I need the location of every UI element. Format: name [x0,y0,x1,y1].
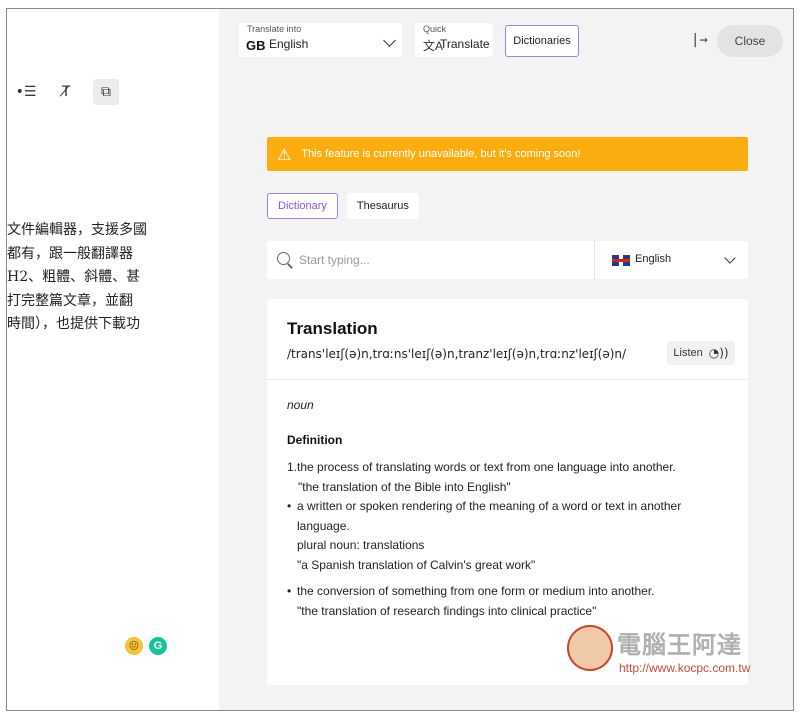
panel-topbar: Translate into GB English Quick 文A Trans… [239,23,783,59]
definition-example: "the translation of research findings in… [297,603,597,618]
quick-translate-label: Translate [440,37,490,51]
definition-heading: Definition [287,433,343,447]
translate-into-label: Translate into [247,24,302,34]
part-of-speech: noun [287,398,314,412]
watermark-url: http://www.kocpc.com.tw [619,661,751,675]
editor-line: H2、粗體、斜體、甚 [7,269,141,285]
dictionary-tabs: Dictionary Thesaurus [267,193,419,219]
entry-word: Translation [287,319,378,338]
editor-status-icons: 😐 G [125,637,167,655]
site-watermark: 電腦王阿達 http://www.kocpc.com.tw [567,621,787,683]
editor-toolbar: •☰ T̸ ⧉ [13,79,119,105]
language-code: GB [246,38,266,53]
listen-button[interactable]: Listen ◔)) [667,341,735,365]
uk-flag-icon [612,255,630,266]
definition-body: the conversion of something from one for… [297,582,727,621]
quick-label: Quick [423,24,447,34]
translator-panel: Translate into GB English Quick 文A Trans… [219,9,793,710]
definition-example: "a Spanish translation of Calvin's great… [297,557,536,572]
app-window: •☰ T̸ ⧉ 文件編輯器，支援多國 都有，跟一般翻譯器 H2、粗體、斜體、甚 … [6,8,794,711]
mascot-logo [567,625,613,671]
search-divider [594,241,595,279]
search-bar: English [267,241,748,279]
definition-text: the conversion of something from one for… [297,584,655,598]
chevron-down-icon[interactable] [724,252,736,264]
definition-body: a written or spoken rendering of the mea… [297,497,727,575]
clear-format-icon[interactable]: T̸ [53,79,79,105]
definition-text: the process of translating words or text… [297,460,676,474]
definition-item: 1. the process of translating words or t… [287,458,727,497]
definition-marker: • [287,499,292,513]
translate-into-select[interactable]: Translate into GB English [239,23,402,57]
card-divider [267,379,748,380]
language-name: English [269,37,309,51]
editor-line: 都有，跟一般翻譯器 [7,245,133,262]
chevron-down-icon [383,34,396,47]
definition-item: • the conversion of something from one f… [287,582,727,621]
editor-line: 打完整篇文章，並翻 [7,292,133,309]
search-language[interactable]: English [635,253,671,265]
editor-pane: •☰ T̸ ⧉ 文件編輯器，支援多國 都有，跟一般翻譯器 H2、粗體、斜體、甚 … [7,9,219,710]
editor-text[interactable]: 文件編輯器，支援多國 都有，跟一般翻譯器 H2、粗體、斜體、甚 打完整篇文章，並… [7,219,219,337]
tab-dictionary[interactable]: Dictionary [267,193,338,219]
definition-item: • a written or spoken rendering of the m… [287,497,727,575]
copy-icon[interactable]: ⧉ [93,79,119,105]
warning-icon: ⚠ [277,144,292,164]
editor-line: 文件編輯器，支援多國 [7,222,147,238]
bullet-list-icon[interactable]: •☰ [13,79,39,105]
tab-thesaurus[interactable]: Thesaurus [346,193,419,219]
close-group: |→ Close [691,25,783,57]
definition-example: "the translation of the Bible into Engli… [298,479,511,494]
definition-text: a written or spoken rendering of the mea… [297,499,682,533]
search-input[interactable] [299,249,589,271]
grammarly-icon[interactable]: G [149,637,167,655]
definition-gap [287,575,727,582]
dictionaries-button[interactable]: Dictionaries [505,25,579,57]
search-icon [277,252,290,265]
definition-body: the process of translating words or text… [297,458,727,497]
banner-text: This feature is currently unavailable, b… [301,148,581,160]
definition-marker: 1. [287,460,298,474]
entry-phonetic: /trans'leɪʃ(ə)n,trɑːns'leɪʃ(ə)n,tranz'le… [287,347,627,361]
collapse-arrow-icon[interactable]: |→ [691,32,708,48]
watermark-title: 電腦王阿達 [617,631,742,659]
unavailable-banner: ⚠ This feature is currently unavailable,… [267,137,748,171]
listen-label: Listen [673,347,703,359]
quick-translate-button[interactable]: Quick 文A Translate [415,23,493,57]
definition-marker: • [287,584,292,598]
close-button[interactable]: Close [717,25,783,57]
definition-plural: plural noun: translations [297,538,425,552]
editor-line: 時間），也提供下載功 [7,316,140,332]
emoji-face-icon[interactable]: 😐 [125,637,143,655]
ear-sound-icon: ◔)) [708,346,729,360]
definition-list: 1. the process of translating words or t… [287,458,727,621]
